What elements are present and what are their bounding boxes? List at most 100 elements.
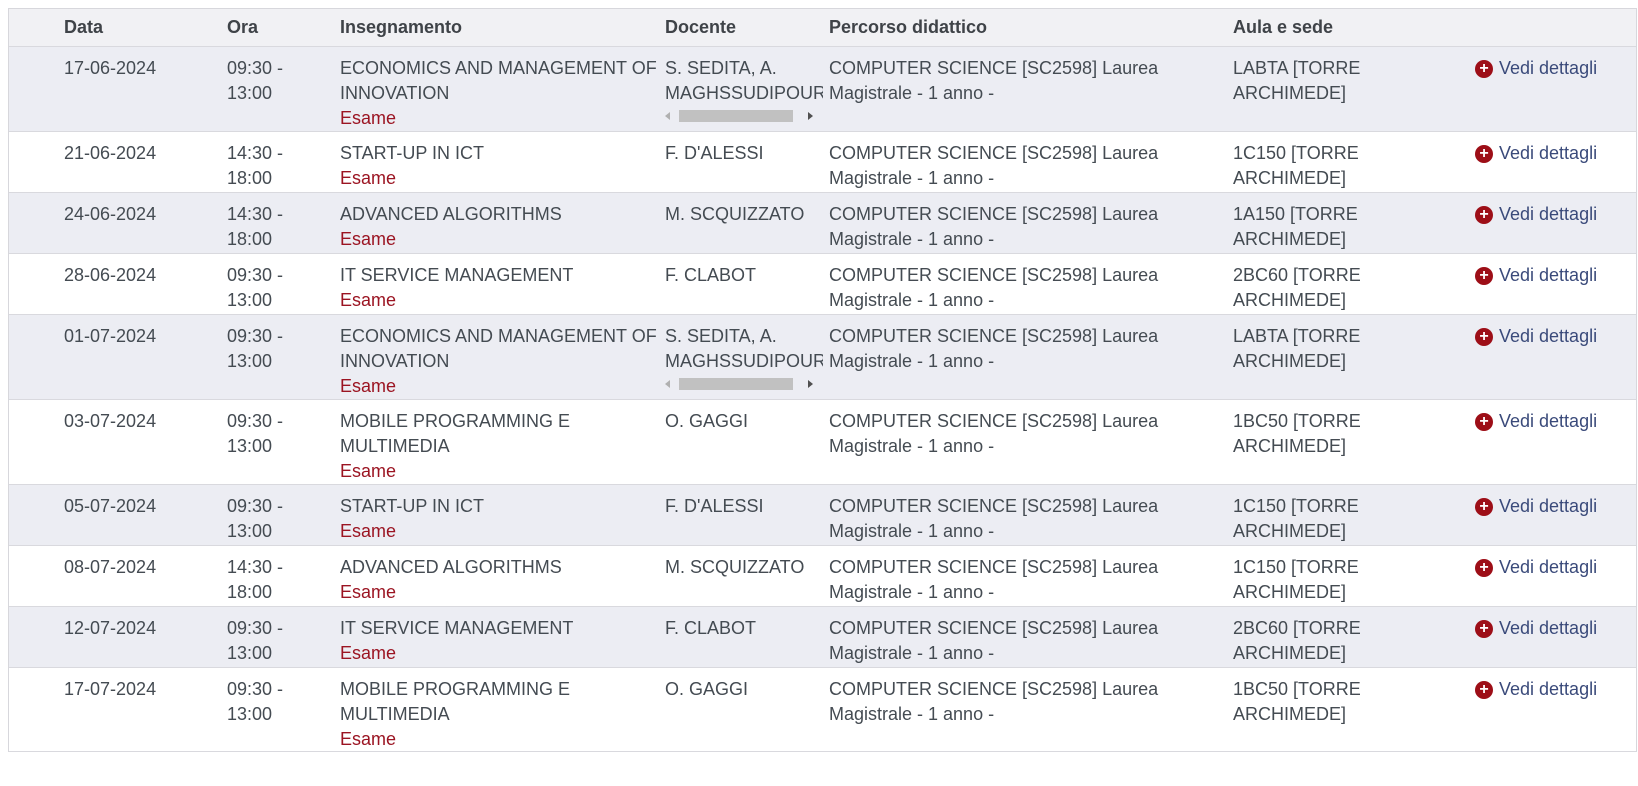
cell-percorso: COMPUTER SCIENCE [SC2598] Laurea Magistr… [829,557,1159,602]
details-link[interactable]: + Vedi dettagli [1475,677,1635,702]
details-label[interactable]: Vedi dettagli [1499,557,1597,577]
course-name: ECONOMICS AND MANAGEMENT OF INNOVATION [340,58,657,103]
cell-aula: LABTA [TORRE ARCHIMEDE] [1233,58,1361,103]
teacher-names: F. CLABOT [665,265,757,285]
exam-type-label: Esame [340,168,397,188]
table-row: 03-07-2024 09:30 - 13:00 MOBILE PROGRAMMIN… [9,400,1636,485]
course-name: IT SERVICE MANAGEMENT [340,265,574,285]
details-link[interactable]: + Vedi dettagli [1475,56,1635,81]
teacher-names: F. CLABOT [665,618,757,638]
cell-insegnamento: IT SERVICE MANAGEMENT Esame [340,616,662,666]
header-aula[interactable]: Aula e sede [1233,15,1383,40]
table-row: 01-07-2024 09:30 - 13:00 ECONOMICS AND MAN… [9,315,1636,400]
horizontal-scrollbar[interactable] [665,376,815,392]
cell-ora: 09:30 - 13:00 [227,326,284,371]
course-name: IT SERVICE MANAGEMENT [340,618,574,638]
teacher-names: M. SCQUIZZATO [665,557,805,577]
cell-ora: 09:30 - 13:00 [227,618,284,663]
cell-insegnamento: IT SERVICE MANAGEMENT Esame [340,263,662,313]
header-percorso[interactable]: Percorso didattico [829,15,1159,40]
details-label[interactable]: Vedi dettagli [1499,618,1597,638]
plus-circle-icon: + [1475,681,1493,699]
cell-percorso: COMPUTER SCIENCE [SC2598] Laurea Magistr… [829,58,1159,103]
table-row: 08-07-2024 14:30 - 18:00 ADVANCED ALGORITH… [9,546,1636,607]
plus-circle-icon: + [1475,206,1493,224]
details-label[interactable]: Vedi dettagli [1499,265,1597,285]
teacher-names: F. D'ALESSI [665,143,764,163]
details-label[interactable]: Vedi dettagli [1499,143,1597,163]
teacher-names: M. SCQUIZZATO [665,204,805,224]
cell-ora: 09:30 - 13:00 [227,265,284,310]
cell-aula: 1BC50 [TORRE ARCHIMEDE] [1233,679,1361,724]
details-link[interactable]: + Vedi dettagli [1475,202,1635,227]
cell-docente: M. SCQUIZZATO [665,202,829,227]
cell-insegnamento: ECONOMICS AND MANAGEMENT OF INNOVATION Es… [340,56,662,131]
teacher-names: S. SEDITA, A. MAGHSSUDIPOUR [665,58,823,103]
plus-circle-icon: + [1475,413,1493,431]
details-link[interactable]: + Vedi dettagli [1475,324,1635,349]
course-name: START-UP IN ICT [340,496,485,516]
details-label[interactable]: Vedi dettagli [1499,204,1597,224]
cell-percorso: COMPUTER SCIENCE [SC2598] Laurea Magistr… [829,265,1159,310]
horizontal-scrollbar[interactable] [665,108,815,124]
scrollbar-thumb[interactable] [679,110,793,122]
details-label[interactable]: Vedi dettagli [1499,411,1597,431]
exam-type-label: Esame [340,582,397,602]
header-ora[interactable]: Ora [227,15,297,40]
cell-percorso: COMPUTER SCIENCE [SC2598] Laurea Magistr… [829,618,1159,663]
plus-circle-icon: + [1475,267,1493,285]
exam-type-label: Esame [340,376,397,396]
cell-aula: 1A150 [TORRE ARCHIMEDE] [1233,204,1358,249]
teacher-names: O. GAGGI [665,679,749,699]
details-link[interactable]: + Vedi dettagli [1475,494,1635,519]
cell-insegnamento: MOBILE PROGRAMMING E MULTIMEDIA Esame [340,677,662,752]
cell-percorso: COMPUTER SCIENCE [SC2598] Laurea Magistr… [829,143,1159,188]
details-link[interactable]: + Vedi dettagli [1475,263,1635,288]
cell-aula: 1BC50 [TORRE ARCHIMEDE] [1233,411,1361,456]
table-header: Data Ora Insegnamento Docente Percorso d… [9,9,1636,47]
table-row: 12-07-2024 09:30 - 13:00 IT SERVICE MANAGE… [9,607,1636,668]
scroll-left-icon[interactable] [665,380,670,388]
exam-schedule-table: Data Ora Insegnamento Docente Percorso d… [8,8,1637,752]
teacher-names: O. GAGGI [665,411,749,431]
header-insegnamento[interactable]: Insegnamento [340,15,662,40]
details-link[interactable]: + Vedi dettagli [1475,555,1635,580]
cell-data: 05-07-2024 [64,496,157,516]
details-label[interactable]: Vedi dettagli [1499,326,1597,346]
details-link[interactable]: + Vedi dettagli [1475,141,1635,166]
header-data[interactable]: Data [64,15,214,40]
header-docente[interactable]: Docente [665,15,829,40]
teacher-names: F. D'ALESSI [665,496,764,516]
cell-data: 28-06-2024 [64,265,157,285]
table-row: 05-07-2024 09:30 - 13:00 START-UP IN ICT Es… [9,485,1636,546]
scroll-left-icon[interactable] [665,112,670,120]
scrollbar-thumb[interactable] [679,378,793,390]
details-label[interactable]: Vedi dettagli [1499,679,1597,699]
cell-ora: 09:30 - 13:00 [227,411,284,456]
cell-insegnamento: ECONOMICS AND MANAGEMENT OF INNOVATION Es… [340,324,662,399]
cell-docente: S. SEDITA, A. MAGHSSUDIPOUR [665,324,829,392]
cell-data: 01-07-2024 [64,326,157,346]
plus-circle-icon: + [1475,498,1493,516]
details-label[interactable]: Vedi dettagli [1499,58,1597,78]
exam-type-label: Esame [340,108,397,128]
cell-aula: 1C150 [TORRE ARCHIMEDE] [1233,143,1359,188]
details-link[interactable]: + Vedi dettagli [1475,616,1635,641]
cell-docente: F. D'ALESSI [665,141,829,166]
cell-aula: 2BC60 [TORRE ARCHIMEDE] [1233,618,1361,663]
table-row: 24-06-2024 14:30 - 18:00 ADVANCED ALGORITH… [9,193,1636,254]
cell-percorso: COMPUTER SCIENCE [SC2598] Laurea Magistr… [829,496,1159,541]
details-link[interactable]: + Vedi dettagli [1475,409,1635,434]
cell-ora: 09:30 - 13:00 [227,496,284,541]
exam-type-label: Esame [340,290,397,310]
details-label[interactable]: Vedi dettagli [1499,496,1597,516]
table-row: 17-07-2024 09:30 - 13:00 MOBILE PROGRAMMIN… [9,668,1636,752]
plus-circle-icon: + [1475,60,1493,78]
exam-type-label: Esame [340,229,397,249]
scroll-right-icon[interactable] [808,112,813,120]
plus-circle-icon: + [1475,328,1493,346]
scroll-right-icon[interactable] [808,380,813,388]
cell-docente: S. SEDITA, A. MAGHSSUDIPOUR [665,56,829,124]
cell-percorso: COMPUTER SCIENCE [SC2598] Laurea Magistr… [829,679,1159,724]
course-name: START-UP IN ICT [340,143,485,163]
